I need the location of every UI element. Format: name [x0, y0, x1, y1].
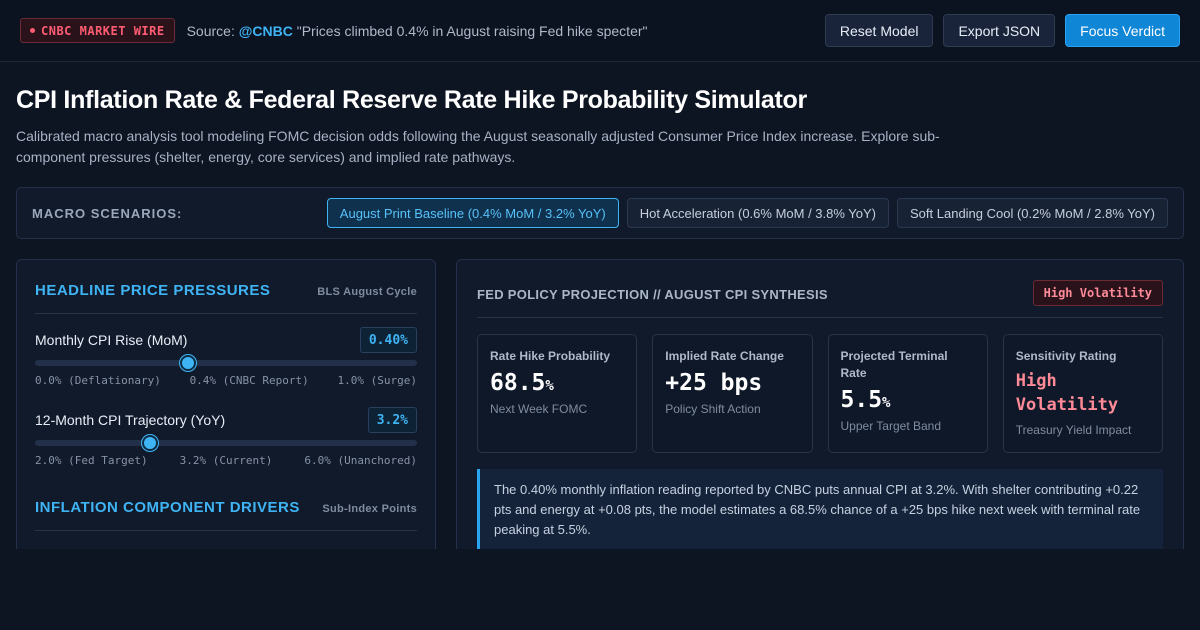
card-value-number: 5.5 — [840, 387, 883, 413]
metric-cards: Rate Hike Probability 68.5% Next Week FO… — [477, 334, 1163, 453]
card-label: Sensitivity Rating — [1015, 349, 1117, 363]
scenario-pills: August Print Baseline (0.4% MoM / 3.2% Y… — [326, 198, 1168, 228]
card-value-unit: % — [882, 395, 891, 411]
yoy-ticks: 2.0% (Fed Target) 3.2% (Current) 6.0% (U… — [35, 454, 417, 467]
card-value: High Volatility — [1016, 369, 1150, 417]
drivers-title: INFLATION COMPONENT DRIVERS — [35, 499, 300, 516]
pressures-title: HEADLINE PRICE PRESSURES — [35, 282, 271, 299]
mom-label: Monthly CPI Rise (MoM) — [35, 332, 188, 348]
card-sensitivity-rating: Sensitivity Rating High Volatility Treas… — [1002, 334, 1163, 453]
pressures-header: HEADLINE PRICE PRESSURES BLS August Cycl… — [35, 282, 417, 314]
top-actions: Reset Model Export JSON Focus Verdict — [824, 14, 1180, 47]
export-json-button[interactable]: Export JSON — [943, 14, 1056, 47]
live-dot-icon — [30, 28, 35, 33]
card-value-number: +25 bps — [665, 370, 763, 396]
macro-scenarios-bar: MACRO SCENARIOS: August Print Baseline (… — [16, 187, 1184, 239]
yoy-value: 3.2% — [367, 407, 417, 433]
mom-tick-high: 1.0% (Surge) — [337, 374, 417, 387]
headline-pressures-panel: HEADLINE PRICE PRESSURES BLS August Cycl… — [16, 259, 436, 549]
drivers-note: Sub-Index Points — [322, 503, 417, 515]
scenario-hot-acceleration[interactable]: Hot Acceleration (0.6% MoM / 3.8% YoY) — [626, 198, 890, 228]
yoy-control-row: 12-Month CPI Trajectory (YoY) 3.2% — [35, 407, 417, 433]
mom-slider-track[interactable] — [35, 355, 417, 371]
top-bar: CNBC MARKET WIRE Source: @CNBC "Prices c… — [0, 0, 1200, 62]
projection-title: FED POLICY PROJECTION // AUGUST CPI SYNT… — [477, 287, 828, 302]
mom-value: 0.40% — [359, 327, 417, 353]
market-wire-label: CNBC MARKET WIRE — [41, 23, 165, 38]
card-sub: Treasury Yield Impact — [1015, 423, 1132, 437]
mom-ticks: 0.0% (Deflationary) 0.4% (CNBC Report) 1… — [35, 374, 417, 387]
yoy-tick-low: 2.0% (Fed Target) — [35, 454, 148, 467]
market-wire-badge: CNBC MARKET WIRE — [20, 18, 175, 43]
mom-slider-thumb[interactable] — [179, 355, 196, 371]
drivers-header: INFLATION COMPONENT DRIVERS Sub-Index Po… — [35, 499, 417, 531]
source-prefix: Source: — [186, 22, 235, 39]
yoy-slider-thumb[interactable] — [141, 435, 158, 451]
scenario-soft-landing[interactable]: Soft Landing Cool (0.2% MoM / 2.8% YoY) — [897, 198, 1168, 228]
card-terminal-rate: Projected Terminal Rate 5.5% Upper Targe… — [827, 334, 988, 453]
projection-header: FED POLICY PROJECTION // AUGUST CPI SYNT… — [477, 280, 1163, 318]
volatility-badge: High Volatility — [1032, 280, 1163, 306]
card-value-number: 68.5 — [490, 370, 546, 396]
verdict-summary: The 0.40% monthly inflation reading repo… — [477, 469, 1163, 549]
pressures-note: BLS August Cycle — [317, 286, 417, 298]
yoy-slider-track[interactable] — [35, 435, 417, 451]
focus-verdict-button[interactable]: Focus Verdict — [1065, 14, 1180, 47]
card-sub: Upper Target Band — [840, 419, 942, 433]
card-value-unit: % — [545, 378, 554, 394]
card-implied-rate-change: Implied Rate Change +25 bps Policy Shift… — [652, 334, 813, 453]
yoy-tick-high: 6.0% (Unanchored) — [304, 454, 417, 467]
source-line: Source: @CNBC "Prices climbed 0.4% in Au… — [187, 23, 648, 39]
source-quote: "Prices climbed 0.4% in August raising F… — [296, 22, 648, 39]
card-label: Implied Rate Change — [665, 349, 784, 363]
card-rate-hike-probability: Rate Hike Probability 68.5% Next Week FO… — [477, 334, 638, 453]
card-value-number: High Volatility — [1015, 371, 1119, 415]
reset-model-button[interactable]: Reset Model — [824, 14, 934, 47]
page-title: CPI Inflation Rate & Federal Reserve Rat… — [16, 86, 807, 114]
card-value: 68.5% — [490, 370, 624, 396]
card-sub: Next Week FOMC — [490, 402, 588, 416]
card-label: Rate Hike Probability — [490, 349, 611, 363]
yoy-label: 12-Month CPI Trajectory (YoY) — [35, 412, 226, 428]
card-value: 5.5% — [841, 387, 975, 413]
scenario-august-baseline[interactable]: August Print Baseline (0.4% MoM / 3.2% Y… — [326, 198, 619, 228]
page-subtitle: Calibrated macro analysis tool modeling … — [16, 128, 940, 165]
mom-tick-low: 0.0% (Deflationary) — [35, 374, 161, 387]
scenarios-label: MACRO SCENARIOS: — [32, 205, 183, 221]
mom-tick-mid: 0.4% (CNBC Report) — [189, 374, 309, 387]
mom-control-row: Monthly CPI Rise (MoM) 0.40% — [35, 327, 417, 353]
fed-projection-panel: FED POLICY PROJECTION // AUGUST CPI SYNT… — [456, 259, 1184, 549]
yoy-tick-mid: 3.2% (Current) — [179, 454, 273, 467]
card-value: +25 bps — [665, 370, 799, 396]
source-handle-link[interactable]: @CNBC — [239, 23, 293, 39]
card-sub: Policy Shift Action — [665, 402, 761, 416]
card-label: Projected Terminal Rate — [840, 349, 948, 380]
